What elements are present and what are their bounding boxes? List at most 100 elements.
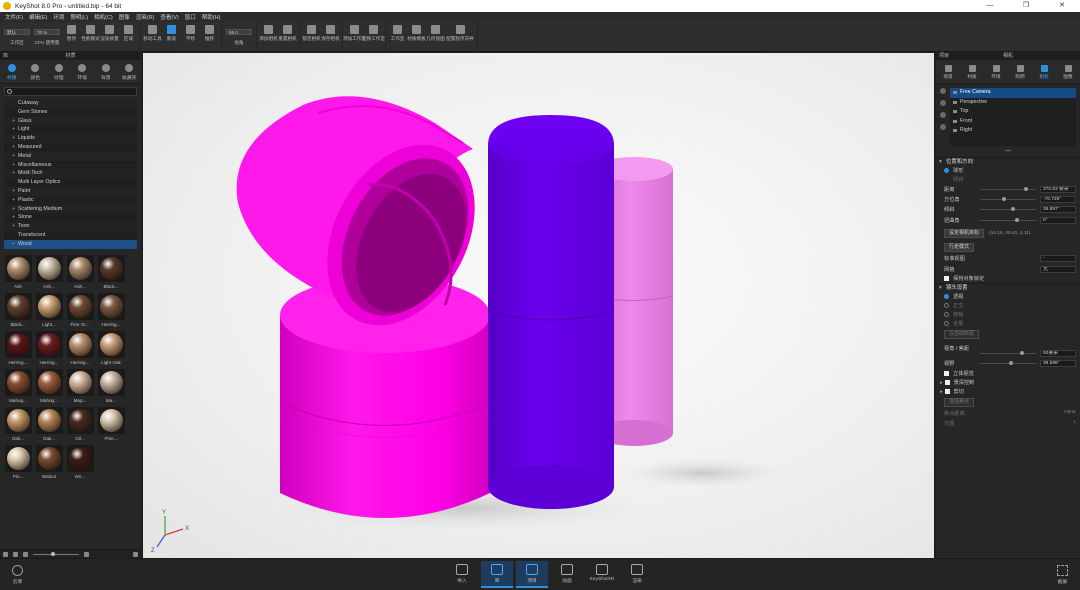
material-thumbnail[interactable]: Herring... bbox=[66, 331, 94, 367]
pause-button[interactable]: 暂停 bbox=[62, 22, 81, 52]
menu-item[interactable]: 渲染(R) bbox=[133, 13, 158, 21]
property-slider-knob[interactable] bbox=[1002, 197, 1007, 202]
property-slider[interactable] bbox=[980, 217, 1036, 222]
library-tab[interactable]: 环境 bbox=[71, 60, 95, 83]
workspace-select[interactable]: 默认 bbox=[4, 29, 30, 35]
lens-mode-radio[interactable]: 移轴 bbox=[936, 310, 1080, 319]
material-preview[interactable] bbox=[66, 407, 94, 434]
property-slider[interactable] bbox=[980, 186, 1036, 191]
project-tab[interactable]: 材质 bbox=[960, 60, 984, 83]
walk-mode-button[interactable]: 行走模式 bbox=[944, 243, 975, 253]
slider-knob[interactable] bbox=[51, 551, 55, 556]
material-thumbnail[interactable]: Oak... bbox=[35, 407, 63, 443]
minimize-button[interactable]: — bbox=[972, 0, 1008, 12]
angle-value[interactable]: 39.598° bbox=[1040, 360, 1076, 368]
material-thumbnail[interactable]: Map... bbox=[66, 369, 94, 405]
category-item[interactable]: Paint bbox=[4, 186, 137, 196]
radio-dot[interactable] bbox=[944, 168, 949, 173]
camera-tool-icon[interactable] bbox=[940, 112, 946, 118]
project-tab[interactable]: 环境 bbox=[984, 60, 1008, 83]
material-preview[interactable] bbox=[4, 369, 32, 396]
library-tab[interactable]: 材质 bbox=[0, 60, 24, 83]
menu-item[interactable]: 查看(V) bbox=[157, 13, 181, 21]
category-item[interactable]: Light bbox=[4, 125, 137, 134]
camera-item[interactable]: Perspective bbox=[950, 98, 1076, 108]
project-tab[interactable]: 相机 bbox=[1032, 60, 1056, 83]
material-thumbnail[interactable]: Fine Gr... bbox=[66, 293, 94, 329]
camera-tool-icon[interactable] bbox=[940, 88, 946, 94]
list-view-icon[interactable] bbox=[13, 551, 18, 557]
material-preview[interactable] bbox=[97, 407, 125, 434]
property-slider-knob[interactable] bbox=[1023, 186, 1028, 191]
material-preview[interactable] bbox=[35, 369, 63, 396]
material-template-button[interactable]: 材质模板 bbox=[407, 22, 426, 52]
material-preview[interactable] bbox=[97, 331, 125, 358]
checkbox-box[interactable] bbox=[944, 276, 949, 282]
material-preview[interactable] bbox=[35, 293, 63, 320]
material-preview[interactable] bbox=[35, 445, 63, 472]
lens-section-header[interactable]: 镜头设置 bbox=[936, 283, 1080, 293]
material-preview[interactable] bbox=[4, 407, 32, 434]
bottom-button[interactable]: 渲染 bbox=[621, 561, 653, 588]
menu-item[interactable]: 帮助(H) bbox=[199, 13, 224, 21]
camera-item[interactable]: Right bbox=[950, 126, 1076, 136]
material-preview[interactable] bbox=[4, 293, 32, 320]
material-preview[interactable] bbox=[4, 255, 32, 282]
angle-slider[interactable] bbox=[980, 361, 1036, 366]
violet-cylinder[interactable] bbox=[487, 115, 615, 509]
material-thumbnail[interactable]: Black... bbox=[4, 293, 32, 329]
project-tab[interactable]: 图像 bbox=[1056, 60, 1080, 83]
region-button[interactable]: 区域 bbox=[119, 22, 138, 52]
menu-item[interactable]: 环境 bbox=[50, 13, 67, 21]
category-item[interactable]: Metal bbox=[4, 151, 137, 161]
material-preview[interactable] bbox=[35, 255, 63, 282]
property-value[interactable]: -76.728° bbox=[1040, 196, 1076, 204]
cpu-usage-button[interactable]: 70 % CPU 使用量 bbox=[32, 22, 62, 52]
material-thumbnail[interactable]: Light... bbox=[35, 293, 63, 329]
material-thumbnail[interactable]: Oil... bbox=[66, 407, 94, 443]
save-camera-button[interactable]: 保存相机 bbox=[321, 22, 340, 52]
material-thumbnail[interactable]: Ash bbox=[4, 255, 32, 291]
fov-value[interactable]: 50要米 bbox=[1040, 350, 1076, 358]
menu-item[interactable]: 相机(C) bbox=[91, 13, 116, 21]
bottom-button[interactable]: 动画 bbox=[551, 561, 583, 588]
studio-button[interactable]: 工作室 bbox=[388, 22, 407, 52]
material-thumbnail[interactable]: Ma... bbox=[97, 369, 125, 405]
category-item[interactable]: Cutaway bbox=[4, 99, 137, 108]
bottom-button[interactable]: 导入 bbox=[446, 561, 478, 588]
close-button[interactable]: ✕ bbox=[1044, 0, 1080, 12]
category-item[interactable]: Stone bbox=[4, 213, 137, 222]
checkbox-box[interactable] bbox=[944, 371, 949, 377]
material-thumbnail[interactable]: Black... bbox=[97, 255, 125, 291]
material-thumbnail[interactable]: Herring... bbox=[97, 293, 125, 329]
material-preview[interactable] bbox=[97, 255, 125, 282]
render-quality-button[interactable]: 渲染质量 bbox=[100, 22, 119, 52]
property-value[interactable]: 370.63 要米 bbox=[1040, 185, 1076, 193]
category-item[interactable]: Liquids bbox=[4, 134, 137, 143]
fov-slider[interactable] bbox=[980, 351, 1036, 356]
category-item[interactable]: Scattering Medium bbox=[4, 204, 137, 214]
material-preview[interactable] bbox=[35, 331, 63, 358]
select-focus-button[interactable]: 选择焦点 bbox=[944, 397, 975, 407]
bottom-button[interactable]: 项目 bbox=[516, 561, 548, 588]
configurator-wizard-button[interactable]: 配置程序向导 bbox=[445, 22, 475, 52]
zoom-in-icon[interactable] bbox=[84, 551, 89, 557]
menu-item[interactable]: 照明(L) bbox=[67, 13, 91, 21]
property-value[interactable]: 0° bbox=[1040, 216, 1076, 224]
library-tab[interactable]: 收藏夹 bbox=[118, 60, 142, 83]
library-tab[interactable]: 背景 bbox=[94, 60, 118, 83]
switch-studio-button[interactable]: 切换工作室 bbox=[362, 22, 385, 52]
library-search-input[interactable] bbox=[4, 87, 137, 96]
category-item[interactable]: Gem Stones bbox=[4, 108, 137, 117]
cpu-usage-select[interactable]: 70 % bbox=[34, 29, 60, 35]
grid-view-icon[interactable] bbox=[3, 551, 8, 557]
geometry-view-button[interactable]: 几何视图 bbox=[426, 22, 445, 52]
clip-checkbox[interactable]: ▸ 剪切 bbox=[936, 387, 1080, 396]
standard-view-select[interactable]: - bbox=[1040, 255, 1076, 263]
render-viewport[interactable]: X Y Z bbox=[143, 53, 934, 558]
move-tool-button[interactable]: 移动工具 bbox=[143, 22, 162, 52]
camera-item[interactable]: Free Camera bbox=[950, 88, 1076, 98]
tumble-button[interactable]: 翻滚 bbox=[162, 22, 181, 52]
mode-tilt-radio[interactable]: 倾斜 bbox=[936, 175, 1080, 184]
material-preview[interactable] bbox=[66, 331, 94, 358]
